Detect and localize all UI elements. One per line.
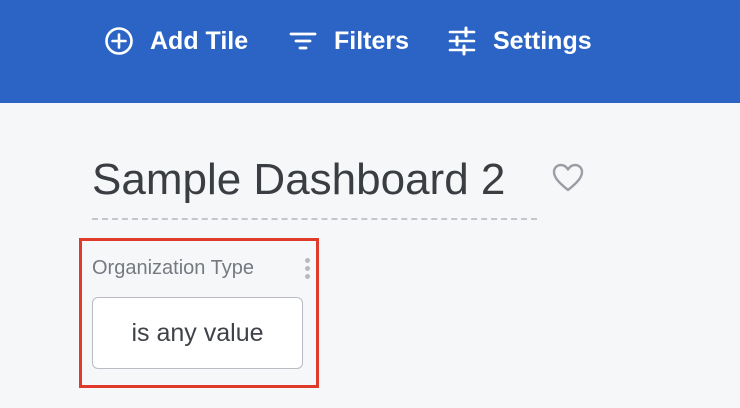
- filter-lines-icon: [286, 24, 320, 58]
- filters-button[interactable]: Filters: [286, 20, 409, 62]
- filters-label: Filters: [334, 26, 410, 55]
- settings-button[interactable]: Settings: [445, 20, 592, 62]
- filter-label: Organization Type: [92, 257, 254, 279]
- filter-value-button[interactable]: is any value: [92, 297, 303, 369]
- add-tile-button[interactable]: Add Tile: [102, 20, 248, 62]
- dashboard-page: Add Tile Filters Settings Sample Dashboa…: [0, 0, 740, 408]
- sliders-icon: [445, 24, 479, 58]
- add-tile-label: Add Tile: [150, 26, 249, 55]
- page-title: Sample Dashboard 2: [92, 155, 506, 204]
- settings-label: Settings: [493, 26, 592, 55]
- heart-outline-icon[interactable]: [552, 163, 584, 193]
- kebab-menu-icon[interactable]: [302, 258, 312, 284]
- dashboard-toolbar: Add Tile Filters Settings: [0, 0, 740, 103]
- plus-circle-icon: [102, 24, 136, 58]
- dashboard-title-field[interactable]: Sample Dashboard 2: [92, 152, 537, 220]
